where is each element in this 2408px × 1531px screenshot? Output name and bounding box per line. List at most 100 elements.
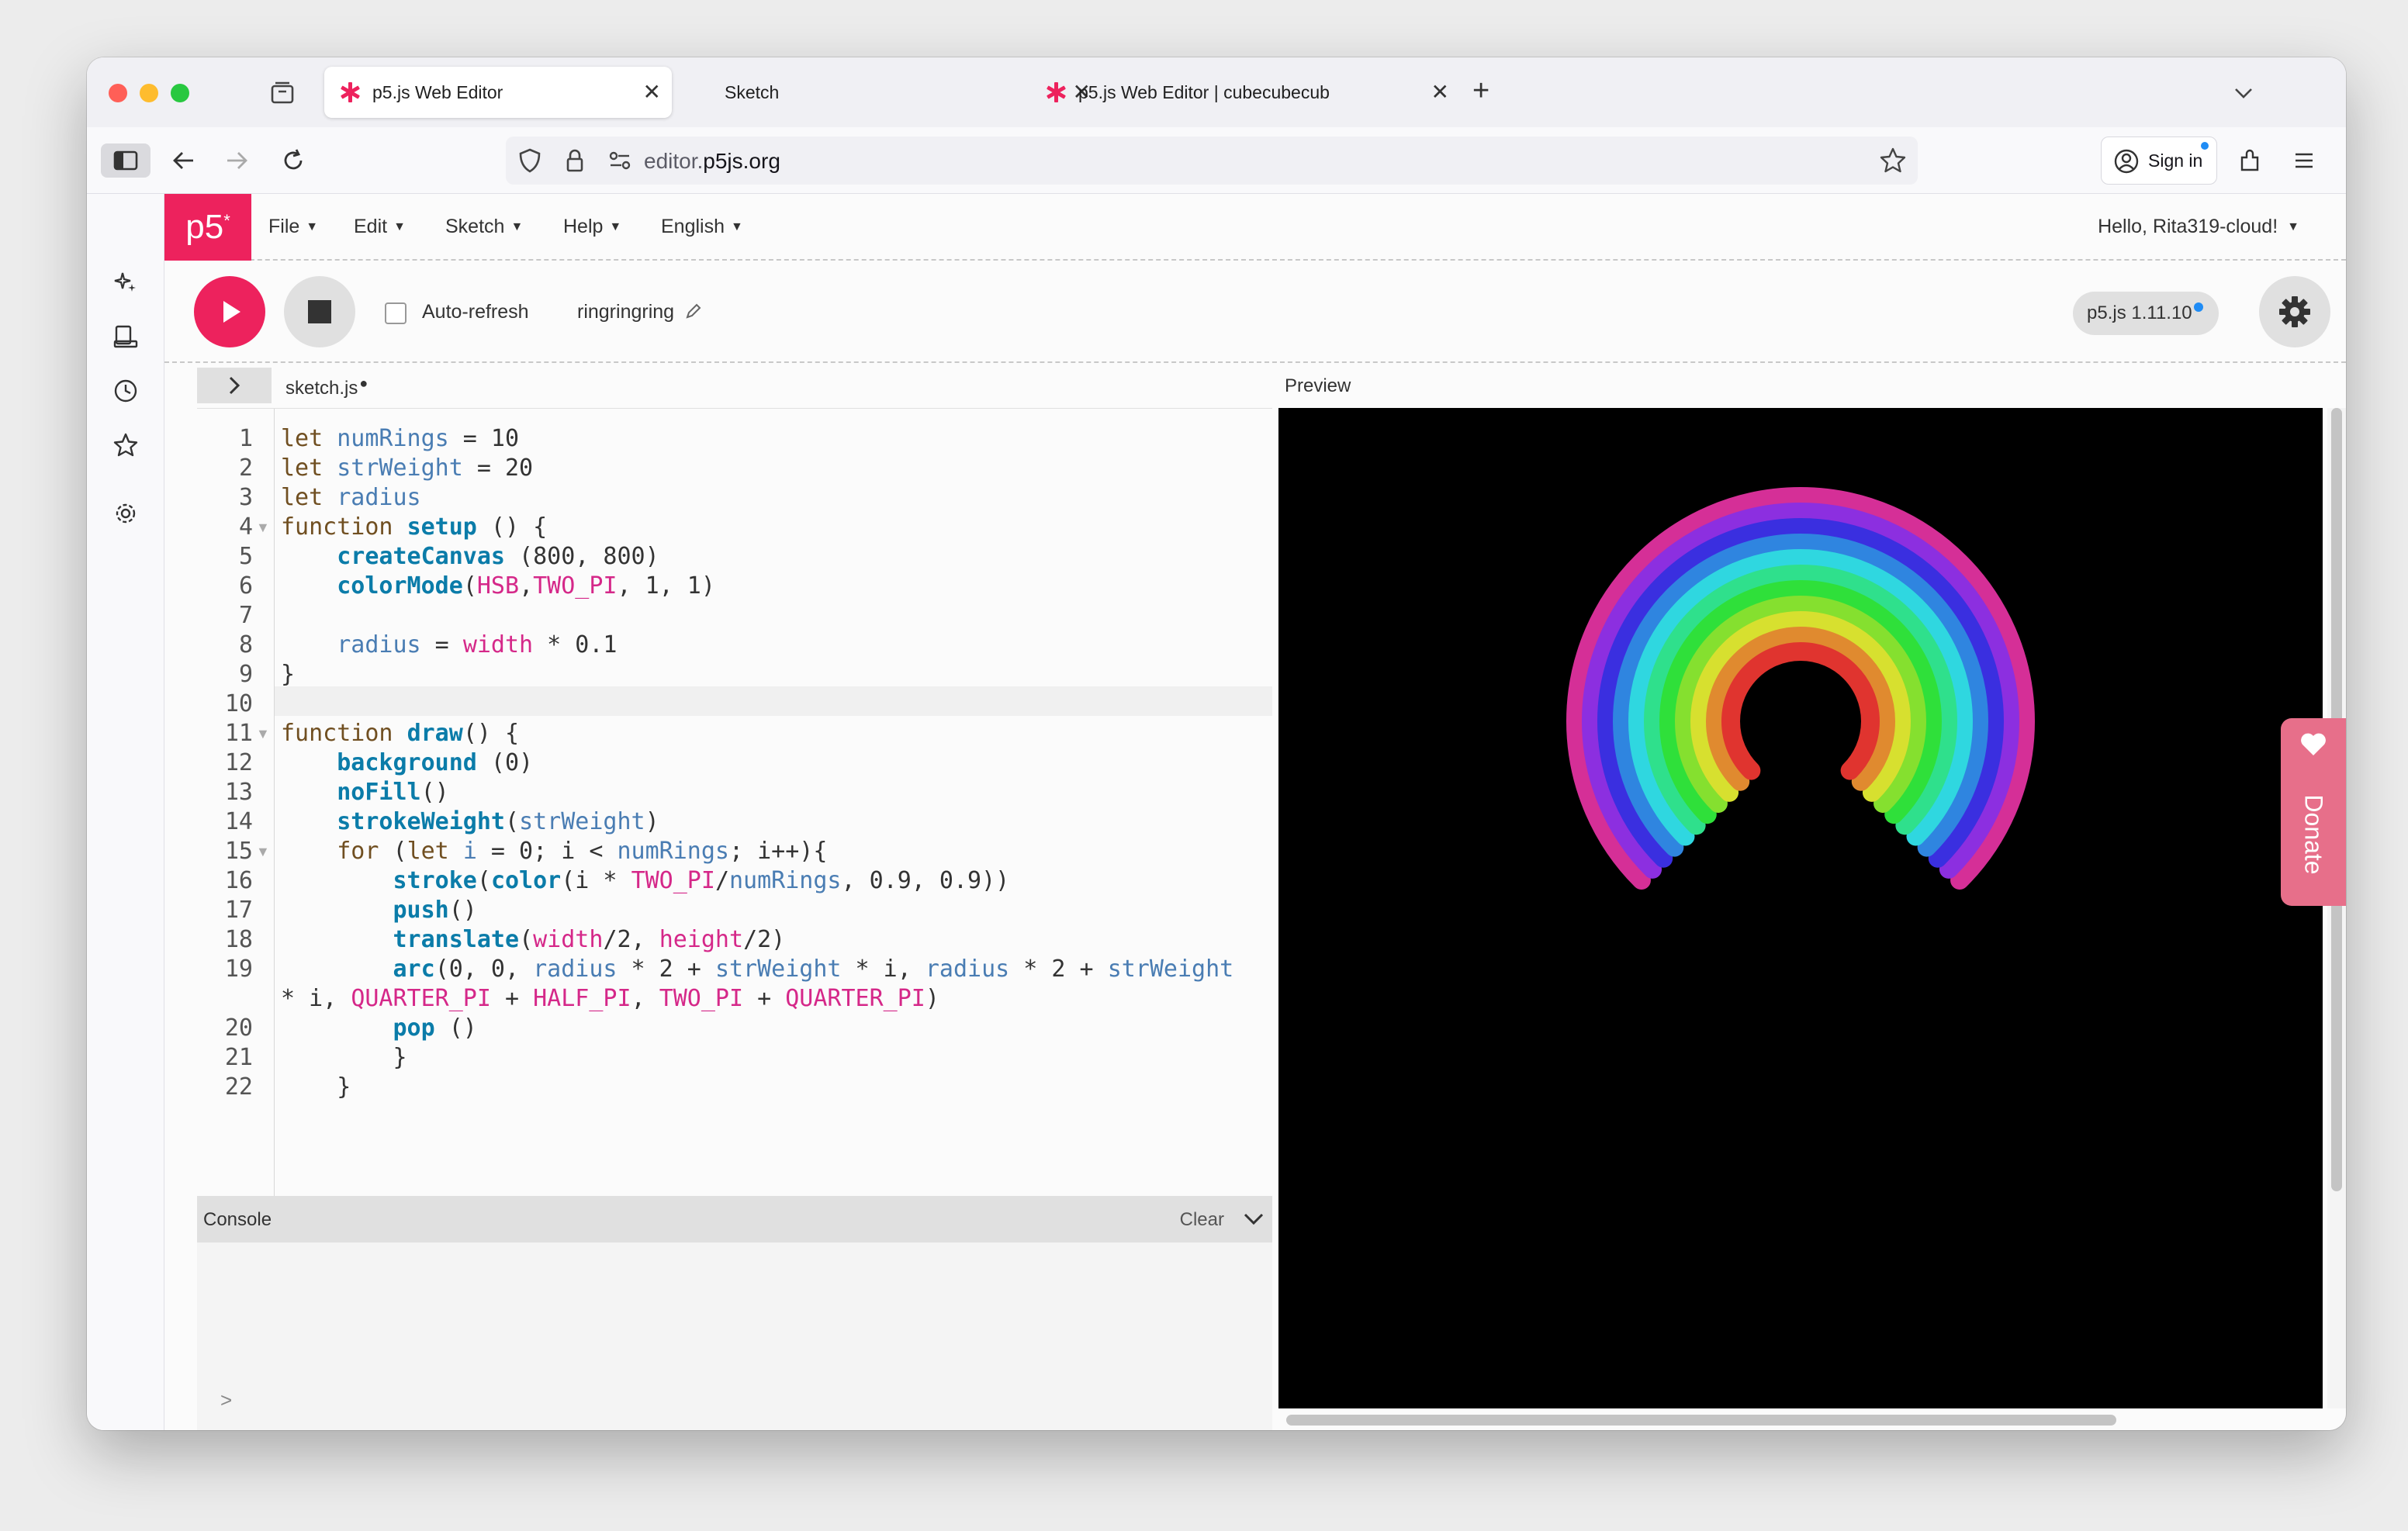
bookmark-star-icon[interactable]: [1879, 147, 1907, 175]
sign-in-button[interactable]: Sign in: [2101, 137, 2217, 185]
code-line[interactable]: }: [281, 1073, 351, 1102]
edit-pencil-icon[interactable]: [684, 302, 703, 320]
heart-icon: [2301, 733, 2326, 755]
new-tab-button[interactable]: +: [1472, 74, 1489, 108]
site-permissions-icon[interactable]: [607, 147, 633, 174]
code-line[interactable]: createCanvas (800, 800): [281, 542, 659, 572]
file-tab-sketch-js[interactable]: sketch.js ●: [285, 375, 368, 399]
p5-editor-app: p5 * File ▼ Edit ▼ Sketch ▼ Help ▼ English ▼ H…: [164, 194, 2346, 1430]
tab-label: p5.js Web Editor | cubecubecub: [1078, 81, 1330, 102]
sidebar-settings-gear-icon[interactable]: [109, 496, 143, 530]
code-line[interactable]: let numRings = 10: [281, 424, 519, 454]
play-icon: [223, 301, 240, 323]
shield-icon[interactable]: [517, 147, 543, 174]
expand-sidebar-button[interactable]: [197, 368, 272, 403]
tab-p5-editor-cube[interactable]: p5.js Web Editor | cubecubecub ✕: [1035, 67, 1460, 118]
code-line[interactable]: radius = width * 0.1: [281, 631, 617, 660]
code-line[interactable]: * i, QUARTER_PI + HALF_PI, TWO_PI + QUAR…: [281, 984, 939, 1014]
line-number: 15: [224, 838, 253, 865]
ai-chatbot-icon[interactable]: [109, 265, 143, 299]
code-line[interactable]: noFill(): [281, 778, 449, 807]
stop-button[interactable]: [284, 276, 355, 347]
console-body[interactable]: >: [197, 1242, 1272, 1430]
code-line[interactable]: function setup () {: [281, 513, 547, 542]
editor-menubar: p5 * File ▼ Edit ▼ Sketch ▼ Help ▼ English ▼ H…: [164, 194, 2346, 261]
bookmarks-star-icon[interactable]: [109, 428, 143, 462]
preview-vertical-scrollbar[interactable]: [2327, 408, 2346, 1408]
code-line[interactable]: function draw() {: [281, 719, 519, 748]
code-line[interactable]: }: [281, 660, 295, 689]
code-line[interactable]: arc(0, 0, radius * 2 + strWeight * i, ra…: [281, 955, 1234, 984]
line-number: 10: [224, 690, 253, 717]
p5-favicon-icon: [1047, 82, 1066, 102]
project-name[interactable]: ringringring: [577, 301, 703, 323]
sketch-preview-canvas[interactable]: [1278, 408, 2323, 1408]
line-number: 7: [238, 602, 253, 629]
close-tab-icon[interactable]: ✕: [643, 81, 661, 104]
tab-list-chevron-icon[interactable]: [2228, 78, 2259, 112]
code-editor[interactable]: 1 let numRings = 10 2 let strWeight = 20 3 le…: [197, 408, 1272, 1196]
minimize-window-button[interactable]: [140, 84, 158, 102]
code-line[interactable]: pop (): [281, 1014, 477, 1043]
editor-settings-button[interactable]: [2259, 276, 2330, 347]
stop-icon: [308, 300, 331, 323]
menu-sketch[interactable]: Sketch ▼: [445, 216, 523, 238]
tab-strip: p5.js Web Editor ✕ Sketch ✕ p5.js Web Ed…: [87, 57, 2346, 127]
p5-favicon-icon: [341, 82, 360, 102]
lock-icon[interactable]: [562, 147, 588, 174]
close-window-button[interactable]: [109, 84, 127, 102]
code-line[interactable]: background (0): [281, 748, 533, 778]
line-number: 9: [238, 661, 253, 688]
code-line[interactable]: let radius: [281, 483, 421, 513]
forward-arrow-icon[interactable]: [220, 143, 254, 178]
code-line[interactable]: push(): [281, 896, 477, 925]
tab-overview-icon[interactable]: [268, 79, 296, 107]
fold-triangle-icon[interactable]: ▼: [256, 837, 270, 866]
user-menu[interactable]: Hello, Rita319-cloud! ▼: [2098, 216, 2299, 238]
console-clear-button[interactable]: Clear: [1180, 1209, 1224, 1231]
sidebar-toggle-icon[interactable]: [101, 143, 150, 178]
fold-triangle-icon[interactable]: ▼: [256, 513, 270, 542]
menu-hamburger-icon[interactable]: [2287, 143, 2321, 178]
code-line[interactable]: strokeWeight(strWeight): [281, 807, 659, 837]
auto-refresh-label: Auto-refresh: [422, 301, 529, 323]
code-line[interactable]: let strWeight = 20: [281, 454, 533, 483]
tab-p5-editor[interactable]: p5.js Web Editor ✕: [324, 67, 672, 118]
code-line[interactable]: colorMode(HSB,TWO_PI, 1, 1): [281, 572, 715, 601]
line-number: 5: [238, 543, 253, 570]
p5-logo[interactable]: p5 *: [164, 194, 251, 261]
back-arrow-icon[interactable]: [166, 143, 200, 178]
history-clock-icon[interactable]: [109, 374, 143, 408]
line-number: 20: [224, 1014, 253, 1042]
line-number: 18: [224, 926, 253, 953]
extensions-icon[interactable]: [2233, 143, 2267, 178]
code-line[interactable]: for (let i = 0; i < numRings; i++){: [281, 837, 827, 866]
donate-label: Donate: [2299, 794, 2328, 875]
menu-help[interactable]: Help ▼: [563, 216, 621, 238]
console-prompt[interactable]: >: [220, 1388, 232, 1412]
close-tab-icon[interactable]: ✕: [1431, 81, 1449, 104]
menu-language[interactable]: English ▼: [661, 216, 743, 238]
synced-tabs-icon[interactable]: [109, 320, 143, 354]
p5-version-badge[interactable]: p5.js 1.11.10: [2073, 292, 2219, 335]
menu-file[interactable]: File ▼: [268, 216, 318, 238]
reload-icon[interactable]: [276, 143, 310, 178]
maximize-window-button[interactable]: [171, 84, 189, 102]
collapse-console-chevron-icon[interactable]: [1241, 1207, 1266, 1232]
url-text[interactable]: editor.p5js.org: [644, 149, 780, 174]
auto-refresh-checkbox[interactable]: [385, 302, 407, 324]
code-line[interactable]: translate(width/2, height/2): [281, 925, 786, 955]
fold-triangle-icon[interactable]: ▼: [256, 719, 270, 748]
editor-toolbar: Auto-refresh ringringring p5.js 1.11.10: [164, 262, 2346, 363]
console-label: Console: [203, 1209, 272, 1230]
play-button[interactable]: [194, 276, 265, 347]
code-line[interactable]: }: [281, 1043, 407, 1073]
line-number: 8: [238, 631, 253, 658]
preview-horizontal-scrollbar[interactable]: [1286, 1415, 2116, 1426]
url-bar[interactable]: editor.p5js.org: [506, 137, 1918, 185]
rainbow-rings-drawing: [1566, 487, 2035, 890]
line-number: 12: [224, 749, 253, 776]
donate-button[interactable]: Donate: [2281, 718, 2346, 906]
menu-edit[interactable]: Edit ▼: [354, 216, 406, 238]
code-line[interactable]: stroke(color(i * TWO_PI/numRings, 0.9, 0…: [281, 866, 1010, 896]
